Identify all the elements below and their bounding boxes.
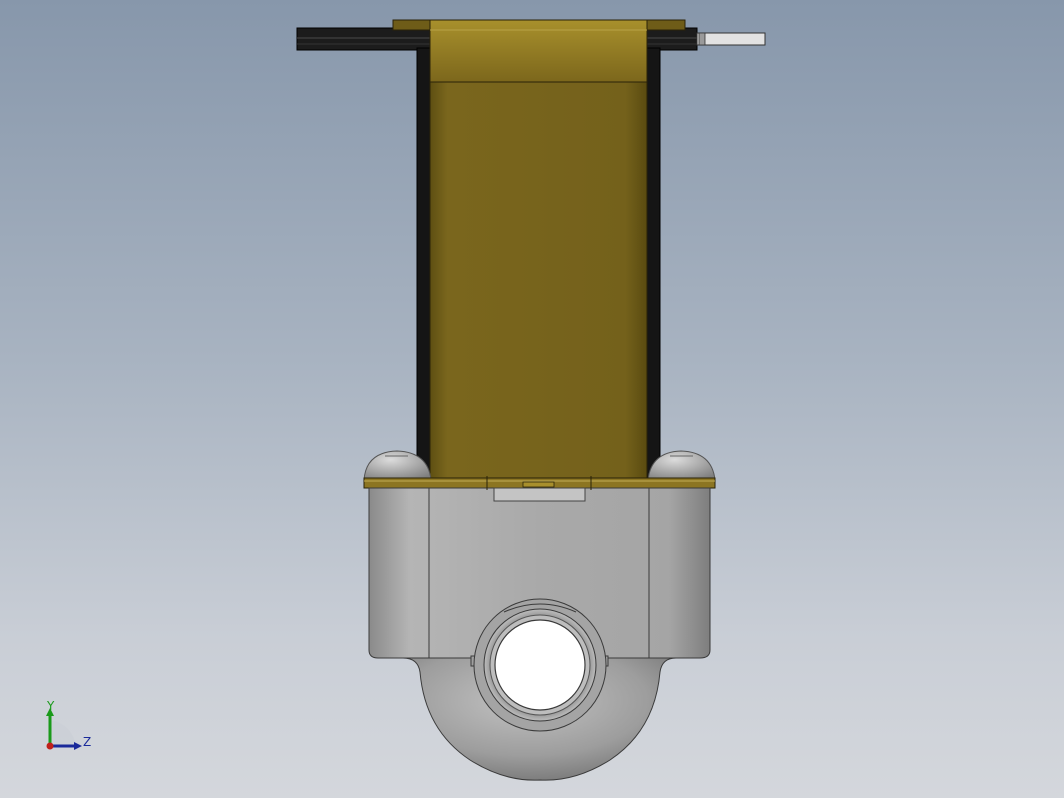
triad-y-label: Y	[47, 699, 55, 713]
triad-z-label: Z	[83, 735, 92, 749]
axis-triad	[46, 708, 82, 750]
solenoid-coil	[429, 81, 648, 479]
terminal-pin	[696, 32, 766, 46]
cad-model-solenoid-valve[interactable]	[0, 0, 1064, 798]
coil-cap	[429, 19, 648, 83]
graphics-viewport[interactable]: Y Z	[0, 0, 1064, 798]
body-notch	[493, 487, 586, 502]
port-bore	[494, 619, 586, 711]
